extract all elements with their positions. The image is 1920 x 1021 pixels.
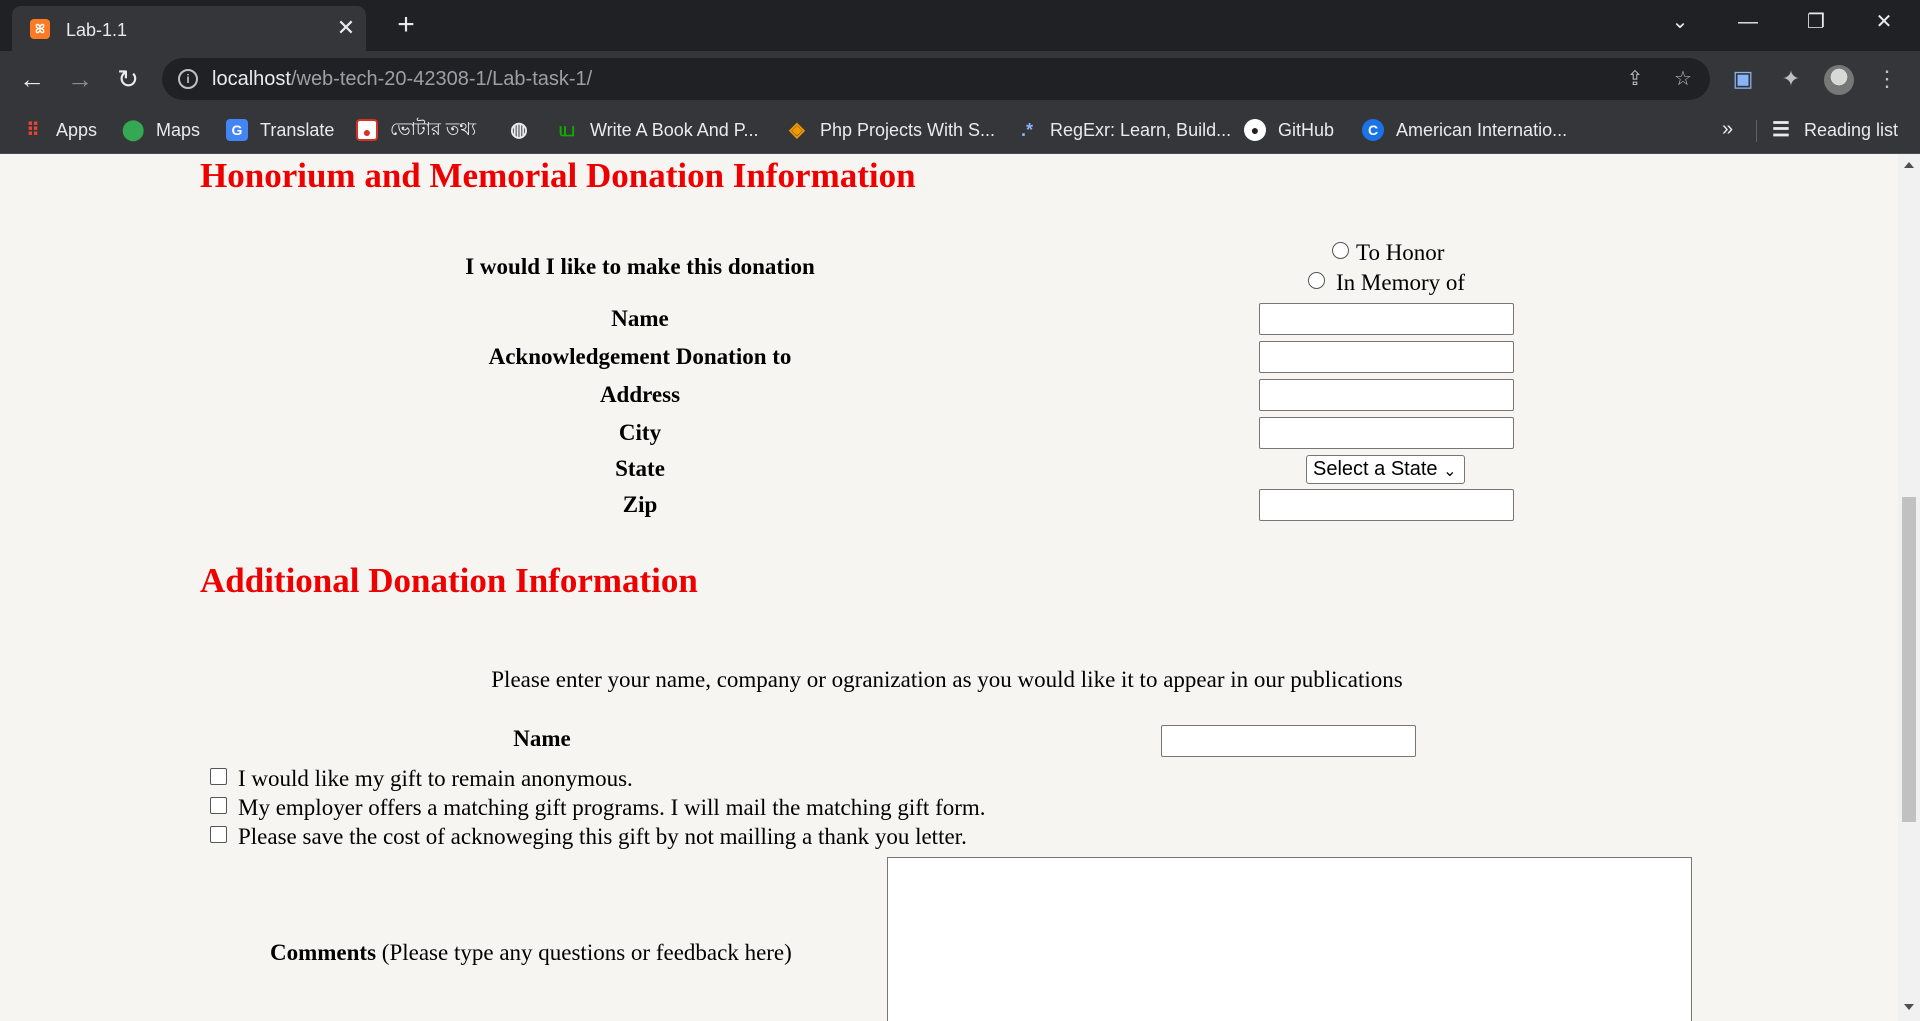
bookmark-php-projects[interactable]: ◈ Php Projects With S... (786, 116, 995, 144)
bookmark-label: Maps (156, 119, 201, 140)
matching-gift-checkbox[interactable] (210, 797, 227, 814)
bookmark-label: GitHub (1278, 119, 1335, 140)
bookmark-globe[interactable]: ◍ (508, 116, 530, 144)
bookmark-label: Write A Book And P... (590, 119, 759, 140)
close-tab-icon[interactable]: ✕ (334, 16, 358, 40)
bookmark-write-a-book[interactable]: ய Write A Book And P... (556, 116, 758, 144)
to-honor-radio[interactable] (1332, 242, 1349, 259)
tab-search-chevron-icon[interactable]: ⌄ (1662, 8, 1698, 36)
diamond-logo-icon: ◈ (789, 119, 805, 141)
url-host: localhost (212, 68, 291, 90)
extensions-puzzle-icon[interactable]: ✦ (1776, 64, 1806, 94)
forward-icon[interactable]: → (62, 61, 98, 97)
bookmark-label: RegExr: Learn, Build... (1050, 119, 1232, 140)
publication-name-input[interactable] (1161, 725, 1416, 757)
screen-capture-icon[interactable]: ▣ (1728, 64, 1758, 94)
menu-kebab-icon[interactable]: ⋮ (1872, 64, 1902, 94)
address-label: Address (599, 382, 681, 407)
comments-label-bold: Comments (270, 940, 377, 965)
github-icon: ● (1244, 119, 1266, 141)
aiub-logo-icon: C (1362, 119, 1384, 141)
acknowledgement-input[interactable] (1259, 341, 1514, 373)
profile-avatar[interactable] (1824, 65, 1854, 95)
bookmark-voter-info[interactable]: ● ভোটার তথ্য (356, 116, 476, 144)
to-honor-label: To Honor (1356, 240, 1445, 265)
bookmarks-divider (1756, 120, 1757, 142)
no-thank-you-letter-checkbox[interactable] (210, 826, 227, 843)
address-input[interactable] (1259, 379, 1514, 411)
more-bookmarks-icon[interactable]: » (1722, 118, 1733, 141)
bookmark-apps[interactable]: ⠿ Apps (22, 116, 97, 144)
comments-label: Comments (Please type any questions or f… (270, 940, 792, 966)
site-info-icon[interactable]: i (178, 69, 198, 89)
honor-name-label: Name (611, 306, 669, 331)
in-memory-radio[interactable] (1308, 272, 1325, 289)
globe-icon: ◍ (510, 119, 528, 141)
upwork-icon: ய (558, 119, 576, 141)
additional-heading: Additional Donation Information (200, 561, 698, 600)
apps-grid-icon: ⠿ (26, 120, 40, 140)
scroll-up-arrow-icon[interactable] (1904, 162, 1914, 168)
city-label: City (618, 420, 662, 445)
donation-type-label: I would I like to make this donation (465, 254, 815, 279)
publication-instructions: Please enter your name, company or ogran… (491, 667, 1403, 692)
scrollbar-thumb[interactable] (1902, 497, 1916, 822)
reading-list-label: Reading list (1804, 119, 1899, 140)
in-memory-label: In Memory of (1336, 270, 1466, 295)
page-content: Honorium and Memorial Donation Informati… (0, 154, 1898, 1021)
xampp-favicon-icon: ꕤ (30, 19, 50, 39)
zip-label: Zip (622, 492, 658, 517)
bookmark-github[interactable]: ● GitHub (1244, 116, 1334, 144)
bookmark-label: ভোটার তথ্য (390, 118, 477, 139)
maps-pin-icon: ⬤ (122, 119, 145, 141)
state-select-value: Select a State (1313, 458, 1438, 480)
zip-input[interactable] (1259, 489, 1514, 521)
bookmark-regexr[interactable]: .* RegExr: Learn, Build... (1016, 116, 1231, 144)
bookmark-translate[interactable]: G Translate (226, 116, 334, 144)
tab-title: Lab-1.1 (66, 20, 128, 40)
reading-list-button[interactable]: ☰ Reading list (1770, 116, 1898, 144)
address-bar[interactable]: i localhost/web-tech-20-42308-1/Lab-task… (162, 58, 1710, 100)
anonymous-label: I would like my gift to remain anonymous… (238, 766, 633, 791)
url-text[interactable]: localhost/web-tech-20-42308-1/Lab-task-1… (212, 68, 592, 91)
city-input[interactable] (1259, 417, 1514, 449)
share-icon[interactable]: ⇪ (1622, 66, 1648, 92)
bookmark-star-icon[interactable]: ☆ (1670, 66, 1696, 92)
election-logo-icon: ● (356, 119, 378, 141)
regexr-icon: .* (1020, 120, 1033, 140)
honor-name-input[interactable] (1259, 303, 1514, 335)
reload-icon[interactable]: ↻ (110, 61, 146, 97)
browser-toolbar: ← → ↻ i localhost/web-tech-20-42308-1/La… (0, 51, 1920, 106)
bookmark-american-international[interactable]: C American Internatio... (1362, 116, 1567, 144)
bookmarks-bar: ⠿ Apps ⬤ Maps G Translate ● ভোটার তথ্য ◍ ய Wr… (0, 106, 1920, 154)
browser-tab[interactable]: ꕤ Lab-1.1 ✕ (12, 6, 366, 51)
url-path: /web-tech-20-42308-1/Lab-task-1/ (290, 68, 593, 90)
tab-strip: ꕤ Lab-1.1 ✕ + ⌄ — ❐ ✕ (0, 0, 1920, 51)
no-thank-you-letter-label: Please save the cost of acknoweging this… (238, 824, 967, 849)
bookmark-label: American Internatio... (1396, 119, 1568, 140)
state-label: State (615, 456, 665, 481)
back-icon[interactable]: ← (14, 61, 50, 97)
bookmark-label: Php Projects With S... (820, 119, 996, 140)
honorium-heading: Honorium and Memorial Donation Informati… (200, 156, 916, 195)
new-tab-icon[interactable]: + (390, 10, 422, 42)
comments-hint: (Please type any questions or feedback h… (381, 940, 792, 965)
acknowledgement-label: Acknowledgement Donation to (488, 344, 792, 369)
anonymous-checkbox[interactable] (210, 768, 227, 785)
bookmark-maps[interactable]: ⬤ Maps (122, 116, 200, 144)
page-scrollbar[interactable] (1898, 154, 1920, 1021)
minimize-icon[interactable]: — (1730, 8, 1766, 36)
close-window-icon[interactable]: ✕ (1866, 8, 1902, 36)
bookmark-label: Translate (260, 119, 335, 140)
chevron-down-icon: ⌄ (1443, 463, 1457, 480)
reading-list-icon: ☰ (1772, 119, 1790, 141)
matching-gift-label: My employer offers a matching gift progr… (238, 795, 986, 820)
comments-textarea[interactable] (887, 857, 1692, 1021)
state-select[interactable]: Select a State ⌄ (1306, 455, 1465, 484)
bookmark-label: Apps (56, 119, 98, 140)
restore-icon[interactable]: ❐ (1798, 8, 1834, 36)
scroll-down-arrow-icon[interactable] (1904, 1004, 1914, 1010)
publication-name-label: Name (513, 726, 571, 751)
translate-icon: G (226, 119, 248, 141)
